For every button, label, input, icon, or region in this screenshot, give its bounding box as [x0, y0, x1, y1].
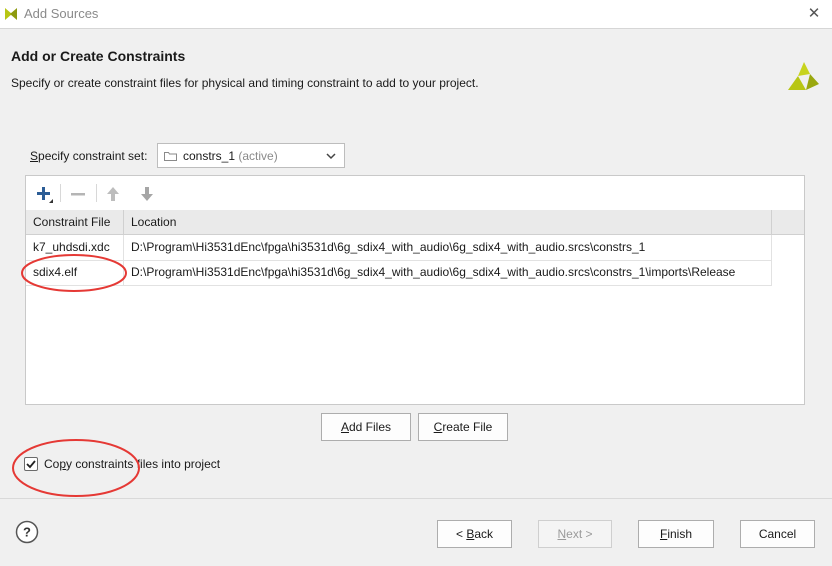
page-description: Specify or create constraint files for p… [11, 76, 479, 90]
folder-icon [164, 152, 177, 161]
help-icon[interactable]: ? [15, 520, 39, 544]
window-titlebar: Add Sources ✕ [0, 0, 832, 28]
constraint-set-select[interactable]: constrs_1 (active) [157, 143, 345, 168]
header-divider [0, 28, 832, 29]
window-title: Add Sources [24, 6, 99, 21]
copy-constraints-checkbox[interactable] [24, 457, 38, 471]
next-mnemonic: N [557, 527, 567, 541]
back-label: ack [474, 527, 494, 541]
add-plus-icon[interactable] [33, 183, 55, 205]
files-toolbar [26, 176, 804, 211]
add-files-mnemonic: A [340, 420, 349, 434]
back-prefix: < [455, 527, 467, 541]
add-files-label: dd Files [348, 420, 392, 434]
toolbar-separator [60, 184, 61, 202]
location-cell: D:\Program\Hi3531dEnc\fpga\hi3531d\6g_sd… [124, 260, 772, 285]
constraint-set-label: Specify constraint set: [30, 149, 147, 163]
finish-button[interactable]: Finish [638, 520, 714, 548]
close-icon[interactable]: ✕ [804, 4, 824, 24]
back-button[interactable]: < Back [437, 520, 512, 548]
constraint-file-cell: sdix4.elf [26, 260, 124, 285]
copy-label-prefix: Co [44, 457, 60, 471]
vivado-app-icon [5, 8, 17, 20]
next-button[interactable]: Next > [538, 520, 612, 548]
constraint-set-status: (active) [238, 149, 278, 163]
location-cell: D:\Program\Hi3531dEnc\fpga\hi3531d\6g_sd… [124, 235, 772, 260]
checkmark-icon [26, 460, 36, 469]
constraint-file-cell: k7_uhdsdi.xdc [26, 235, 124, 260]
table-header: Constraint File Location [26, 210, 804, 235]
xilinx-logo-icon [788, 62, 819, 90]
column-header-constraint-file[interactable]: Constraint File [26, 210, 124, 234]
constraint-files-panel: Constraint File Location k7_uhdsdi.xdc D… [25, 175, 805, 405]
constraint-set-label-text: pecify constraint set: [38, 149, 148, 163]
svg-text:?: ? [23, 525, 31, 540]
constraint-set-label-mnemonic: S [30, 149, 39, 163]
column-header-location[interactable]: Location [124, 210, 772, 234]
copy-constraints-label[interactable]: Copy constraints files into project [44, 457, 220, 471]
page-title: Add or Create Constraints [11, 48, 186, 64]
next-label: ext > [566, 527, 593, 541]
move-down-arrow-icon[interactable] [136, 183, 158, 205]
move-up-arrow-icon[interactable] [102, 183, 124, 205]
create-file-button[interactable]: Create File [418, 413, 508, 441]
table-row[interactable]: sdix4.elf D:\Program\Hi3531dEnc\fpga\hi3… [26, 260, 772, 286]
toolbar-separator [96, 184, 97, 202]
create-file-mnemonic: C [433, 420, 443, 434]
copy-label-rest: y constraints files into project [66, 457, 221, 471]
table-row[interactable]: k7_uhdsdi.xdc D:\Program\Hi3531dEnc\fpga… [26, 235, 772, 261]
footer-divider [0, 498, 832, 499]
constraint-set-value: constrs_1 [183, 149, 236, 163]
finish-label: inish [667, 527, 693, 541]
create-file-label: reate File [442, 420, 493, 434]
cancel-button[interactable]: Cancel [740, 520, 815, 548]
remove-minus-icon[interactable] [67, 183, 89, 205]
add-files-button[interactable]: Add Files [321, 413, 411, 441]
chevron-down-icon [326, 153, 336, 160]
